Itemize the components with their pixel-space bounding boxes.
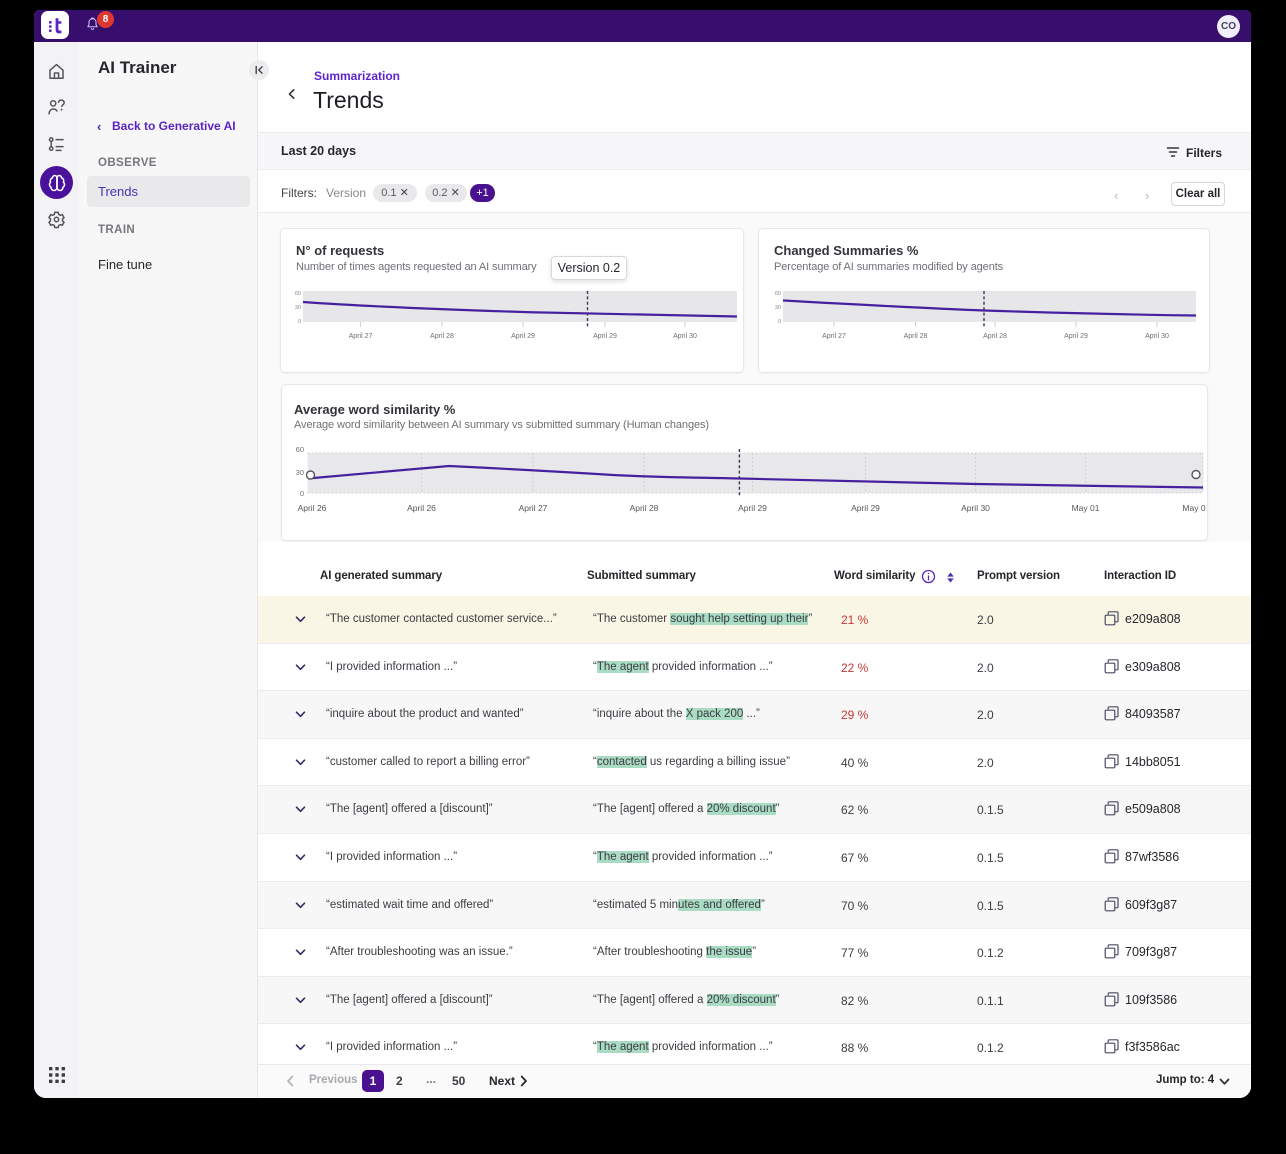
svg-text:April 29: April 29 bbox=[593, 333, 617, 340]
svg-text:April 30: April 30 bbox=[961, 503, 990, 513]
svg-text:May 0: May 0 bbox=[1182, 503, 1205, 513]
svg-text:May 01: May 01 bbox=[1072, 503, 1100, 513]
svg-text:60: 60 bbox=[296, 445, 304, 454]
svg-text:30: 30 bbox=[296, 468, 304, 477]
svg-text:April 29: April 29 bbox=[738, 503, 767, 513]
svg-text:April 27: April 27 bbox=[822, 333, 846, 340]
svg-text:April 30: April 30 bbox=[1145, 333, 1169, 340]
svg-text:April 29: April 29 bbox=[511, 333, 535, 340]
svg-text:April 26: April 26 bbox=[298, 503, 327, 513]
svg-text:April 27: April 27 bbox=[349, 333, 373, 340]
svg-text:April 27: April 27 bbox=[519, 503, 548, 513]
svg-text:0: 0 bbox=[300, 489, 304, 498]
svg-text:0: 0 bbox=[778, 319, 781, 325]
svg-text:0: 0 bbox=[298, 319, 301, 325]
svg-text:April 26: April 26 bbox=[407, 503, 436, 513]
svg-text:April 29: April 29 bbox=[851, 503, 880, 513]
svg-text:April 28: April 28 bbox=[430, 333, 454, 340]
svg-text:30: 30 bbox=[775, 305, 781, 311]
svg-text:April 28: April 28 bbox=[630, 503, 659, 513]
svg-text:April 28: April 28 bbox=[904, 333, 928, 340]
svg-text:60: 60 bbox=[775, 291, 781, 297]
svg-text:April 28: April 28 bbox=[983, 333, 1007, 340]
svg-text:April 29: April 29 bbox=[1064, 333, 1088, 340]
svg-text:April 30: April 30 bbox=[673, 333, 697, 340]
svg-text:30: 30 bbox=[295, 305, 301, 311]
svg-text:60: 60 bbox=[295, 291, 301, 297]
